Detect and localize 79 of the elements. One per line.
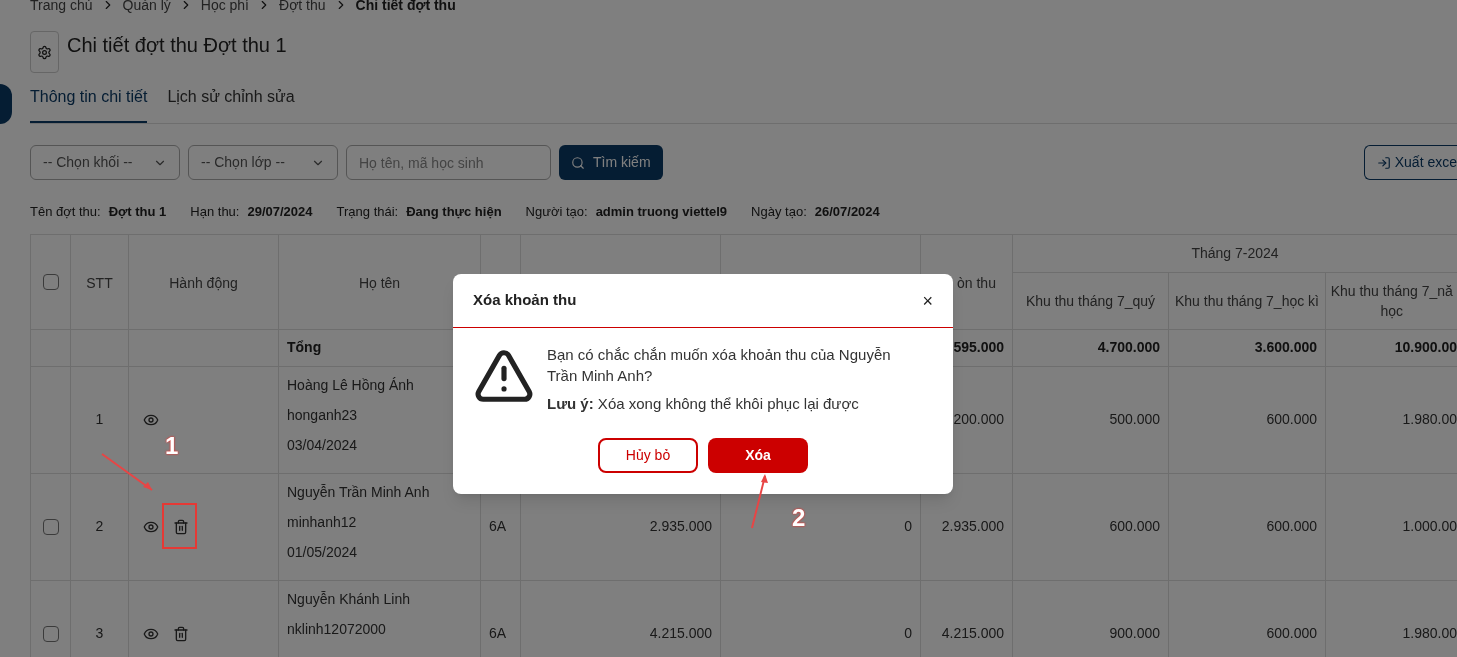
column-header: Khu thu tháng 7_quý	[1025, 292, 1156, 309]
table-cell: 1.980.00	[1402, 625, 1457, 641]
info-value: Đang thực hiện	[406, 203, 502, 221]
total-label: Tổng	[287, 339, 322, 355]
checkbox[interactable]	[42, 626, 59, 643]
table-cell: 3	[95, 625, 104, 641]
export-icon	[1376, 155, 1391, 170]
table-cell: 3.600.000	[1254, 339, 1317, 355]
column-header: Khu thu tháng 7_học kì	[1175, 292, 1319, 309]
column-header: STT	[86, 274, 113, 291]
table-cell: 6A	[489, 625, 507, 641]
dialog-title: Xóa khoản thu	[473, 290, 577, 311]
date: 01/05/2024	[287, 542, 359, 562]
table-cell: 600.000	[1266, 518, 1317, 534]
info-label: Ngày tạo:	[751, 203, 807, 221]
student-name: Nguyễn Khánh Linh	[287, 589, 411, 609]
close-button[interactable]: ×	[922, 291, 933, 310]
info-value: Đợt thu 1	[108, 203, 167, 221]
table-cell: 0	[904, 518, 912, 534]
student-name: Nguyễn Trần Minh Anh	[287, 482, 431, 502]
table-cell: 600.000	[1109, 518, 1160, 534]
info-label: Người tạo:	[525, 203, 588, 221]
student-code: minhanh12	[287, 512, 358, 532]
info-value: 26/07/2024	[814, 203, 880, 221]
checkbox[interactable]	[42, 274, 59, 291]
table-cell: 2	[95, 518, 104, 534]
search-button[interactable]: Tìm kiếm	[559, 145, 663, 180]
info-label: Hạn thu:	[190, 203, 240, 221]
table-cell: 500.000	[1109, 411, 1160, 427]
delete-icon[interactable]	[173, 625, 189, 642]
student-name: Hoàng Lê Hồng Ánh	[287, 375, 415, 395]
student-code: nklinh12072000	[287, 619, 387, 639]
info-value: 29/07/2024	[247, 203, 313, 221]
table-cell: 0	[904, 625, 912, 641]
table-cell: 600.000	[1266, 411, 1317, 427]
table-cell: 595.000	[953, 339, 1004, 355]
delete-button[interactable]: Xóa	[708, 437, 808, 473]
column-header: òn thu	[957, 274, 996, 291]
column-header: Khu thu tháng 7_nă học	[1330, 282, 1453, 319]
table-cell: 2.935.000	[649, 518, 712, 534]
table-cell: 600.000	[1266, 625, 1317, 641]
annotation-number: 1	[165, 431, 179, 461]
date: 03/04/2024	[287, 435, 359, 455]
table-cell: 10.900.00	[1394, 339, 1457, 355]
class-select[interactable]: -- Chọn lớp --	[188, 145, 338, 180]
student-code: honganh23	[287, 405, 359, 425]
info-label: Tên đợt thu:	[30, 203, 101, 221]
checkbox[interactable]	[42, 519, 59, 536]
table-cell: 1.000.00	[1402, 518, 1457, 534]
column-header: Họ tên	[358, 274, 401, 291]
table-cell: 4.215.000	[941, 625, 1004, 641]
info-value: admin truong viettel9	[595, 203, 728, 221]
search-field[interactable]: Họ tên, mã học sinh	[346, 145, 551, 180]
export-button[interactable]: Xuất exce	[1363, 145, 1457, 180]
grade-select[interactable]: -- Chọn khối --	[30, 145, 180, 180]
info-label: Trạng thái:	[336, 203, 399, 221]
dialog-message: Bạn có chắc chắn muốn xóa khoản thu của Nguyễn Trần Minh Anh?	[547, 345, 892, 386]
back-button[interactable]	[30, 31, 59, 73]
dialog-note: Lưu ý: Xóa xong không thể khôi phục lại được	[547, 394, 860, 414]
gear-icon	[37, 44, 52, 60]
page-title: Chi tiết đợt thu Đợt thu 1	[67, 33, 287, 58]
table-cell: 4.215.000	[649, 625, 712, 641]
table-cell: 900.000	[1109, 625, 1160, 641]
tab[interactable]: Lịch sử chỉnh sửa	[167, 85, 295, 123]
annotation-number: 2	[792, 503, 806, 533]
cancel-button[interactable]: Hủy bỏ	[598, 437, 698, 473]
table-cell: 1.980.00	[1402, 411, 1457, 427]
arrow-annotation	[748, 472, 770, 530]
table-cell: 4.700.000	[1097, 339, 1160, 355]
column-header: Hành động	[169, 274, 238, 291]
search-icon	[571, 155, 585, 170]
highlight-frame	[162, 503, 197, 549]
delete-icon[interactable]	[173, 518, 189, 535]
column-group-header: Tháng 7-2024	[1191, 244, 1279, 261]
table-cell: 2.935.000	[941, 518, 1004, 534]
table-cell: 1	[95, 411, 104, 427]
table-cell: 6A	[489, 518, 507, 534]
tab[interactable]: Thông tin chi tiết	[30, 85, 148, 123]
table-cell: 200.000	[953, 411, 1004, 427]
